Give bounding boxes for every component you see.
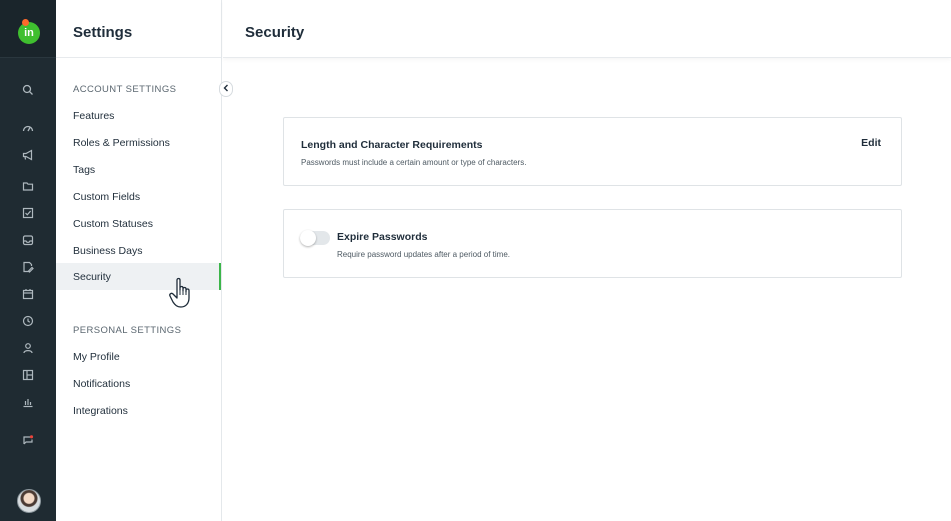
- sidebar-item-notifications[interactable]: Notifications: [56, 370, 221, 397]
- sidebar-item-custom-fields[interactable]: Custom Fields: [56, 183, 221, 210]
- avatar[interactable]: [17, 489, 41, 513]
- sidebar-item-features[interactable]: Features: [56, 102, 221, 129]
- personal-settings-label: PERSONAL SETTINGS: [73, 325, 182, 336]
- calendar-icon[interactable]: [19, 285, 37, 303]
- sidebar-item-label: Business Days: [73, 244, 143, 257]
- card-description: Passwords must include a certain amount …: [301, 158, 527, 167]
- hand-pointer-icon: [168, 276, 198, 310]
- expire-passwords-card: Expire Passwords Require password update…: [283, 209, 902, 278]
- logo-area: in: [0, 0, 56, 58]
- sidebar-title: Settings: [73, 24, 133, 41]
- sidebar-item-label: Notifications: [73, 377, 131, 390]
- card-description: Require password updates after a period …: [337, 250, 510, 259]
- sidebar-item-label: Custom Fields: [73, 190, 141, 203]
- sidebar-item-label: Custom Statuses: [73, 217, 153, 230]
- sidebar-item-custom-statuses[interactable]: Custom Statuses: [56, 210, 221, 237]
- search-icon[interactable]: [19, 81, 37, 99]
- sidebar-item-business-days[interactable]: Business Days: [56, 237, 221, 264]
- app-logo[interactable]: in: [18, 22, 40, 44]
- edit-button[interactable]: Edit: [861, 137, 881, 149]
- toggle-knob: [300, 230, 316, 246]
- sidebar-item-label: Tags: [73, 163, 96, 176]
- card-title: Length and Character Requirements: [301, 139, 483, 151]
- notification-icon[interactable]: [19, 431, 37, 449]
- sidebar-item-label: Integrations: [73, 404, 128, 417]
- checkbox-icon[interactable]: [19, 204, 37, 222]
- length-requirements-card: Length and Character Requirements Passwo…: [283, 117, 902, 186]
- folder-icon[interactable]: [19, 177, 37, 195]
- board-icon[interactable]: [19, 366, 37, 384]
- account-settings-label: ACCOUNT SETTINGS: [73, 84, 177, 95]
- sidebar-item-my-profile[interactable]: My Profile: [56, 343, 221, 370]
- card-title: Expire Passwords: [337, 231, 428, 243]
- sidebar-item-label: Security: [73, 270, 111, 283]
- dashboard-icon[interactable]: [19, 119, 37, 137]
- bar-chart-icon[interactable]: [19, 393, 37, 411]
- page-title: Security: [245, 24, 305, 41]
- icon-rail: in: [0, 0, 56, 521]
- sidebar-item-integrations[interactable]: Integrations: [56, 397, 221, 424]
- inbox-icon[interactable]: [19, 231, 37, 249]
- expire-passwords-toggle[interactable]: [300, 230, 330, 246]
- document-edit-icon[interactable]: [19, 258, 37, 276]
- main-header: Security: [223, 0, 951, 58]
- settings-sidebar: Settings ACCOUNT SETTINGS Features Roles…: [56, 0, 222, 521]
- user-icon[interactable]: [19, 339, 37, 357]
- megaphone-icon[interactable]: [19, 146, 37, 164]
- sidebar-item-label: Roles & Permissions: [73, 136, 170, 149]
- logo-accent-dot: [22, 19, 29, 26]
- chevron-left-icon: [223, 84, 229, 94]
- clock-icon[interactable]: [19, 312, 37, 330]
- collapse-sidebar-button[interactable]: [219, 81, 233, 97]
- sidebar-item-roles-permissions[interactable]: Roles & Permissions: [56, 129, 221, 156]
- sidebar-header: Settings: [56, 0, 221, 58]
- sidebar-item-label: Features: [73, 109, 115, 122]
- sidebar-item-label: My Profile: [73, 350, 120, 363]
- logo-text: in: [24, 27, 34, 39]
- sidebar-item-tags[interactable]: Tags: [56, 156, 221, 183]
